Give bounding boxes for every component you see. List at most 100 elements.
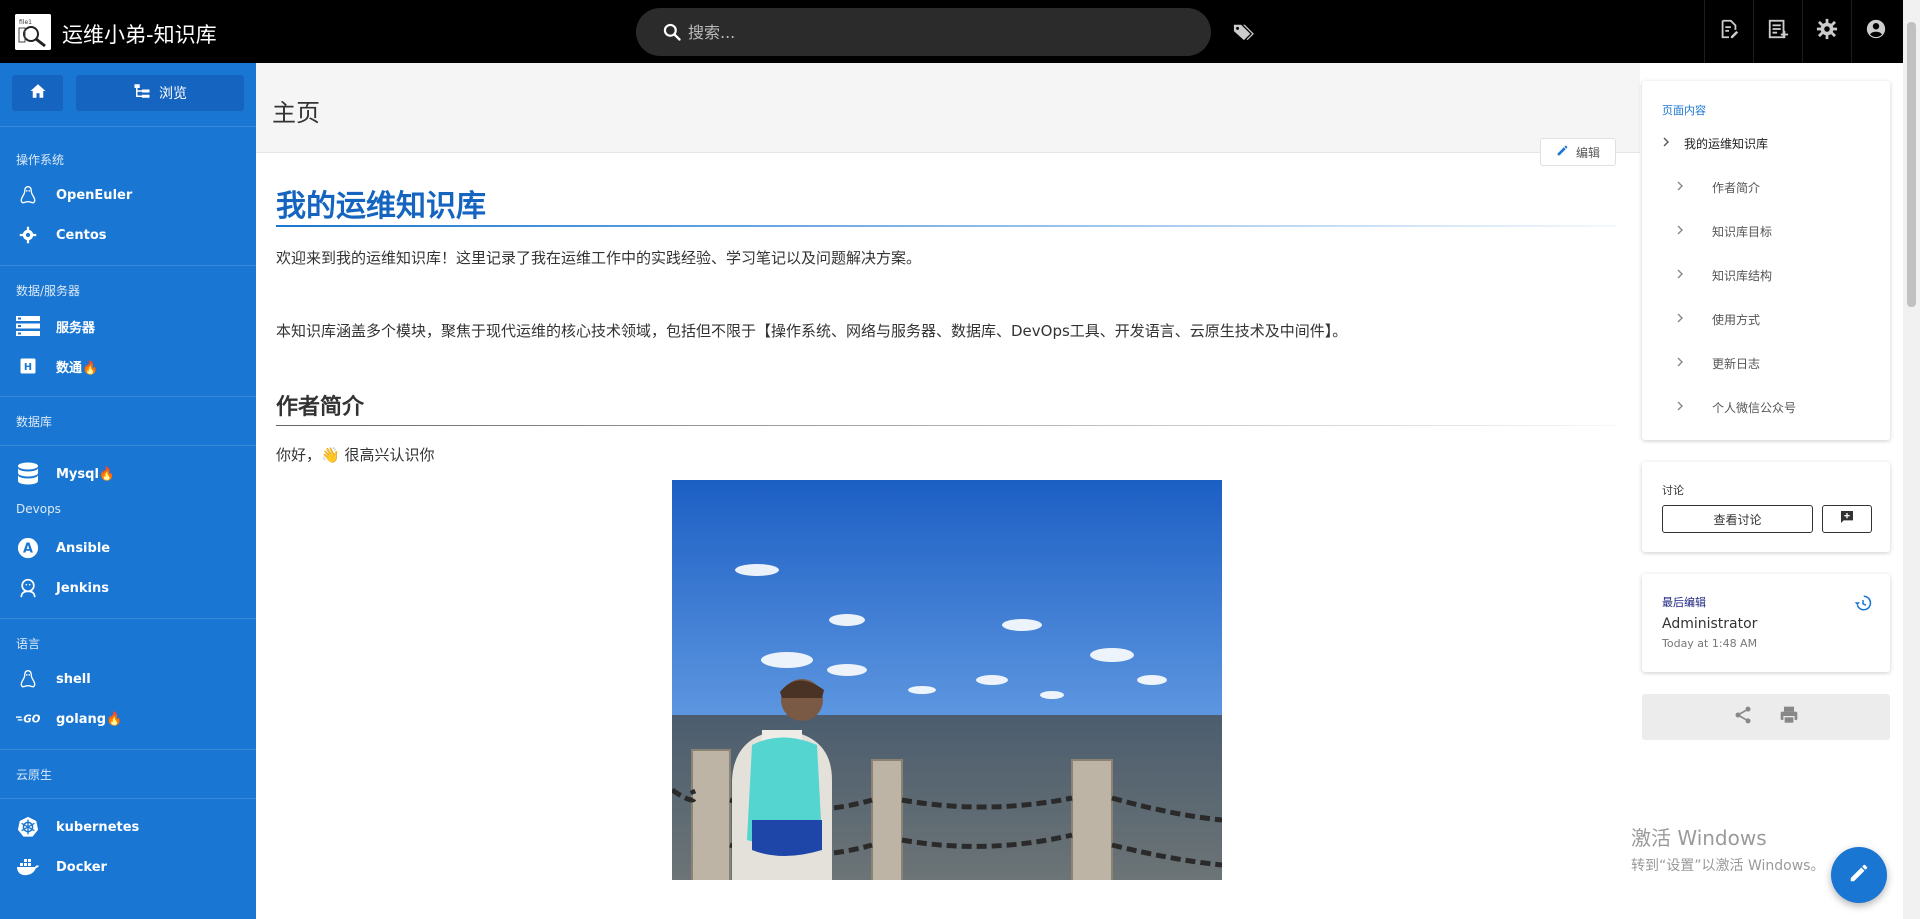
tags-icon[interactable] [1232,22,1254,47]
browse-button[interactable]: 浏览 [76,75,244,111]
add-comment-button[interactable] [1822,505,1872,533]
svg-text:GO: GO [23,715,40,726]
toc-item-2[interactable]: 作者简介 [1676,165,1760,209]
nav-section-devops: Devops [16,502,61,516]
toc-item-7[interactable]: 个人微信公众号 [1676,385,1796,429]
share-icon[interactable] [1733,705,1753,730]
edit-label: 编辑 [1575,145,1600,160]
nav-section-os: 操作系统 [16,153,65,167]
page-actions-button[interactable] [1753,0,1802,63]
toc-title: 页面内容 [1662,104,1706,117]
account-button[interactable] [1851,0,1900,63]
page-scrollbar[interactable] [1903,0,1920,919]
nav-section-server: 数据/服务器 [16,284,81,298]
page-actions-icon [1767,18,1789,45]
h-badge-icon: H [16,354,40,378]
account-icon [1865,18,1887,45]
nav-item-server[interactable]: 服务器 [0,306,256,346]
browse-label: 浏览 [159,86,187,102]
view-discussion-button[interactable]: 查看讨论 [1662,505,1813,533]
author-photo [672,480,1222,880]
settings-icon [1816,18,1838,45]
edit-button[interactable]: 编辑 [1540,138,1616,166]
discussion-title: 讨论 [1662,484,1684,497]
jenkins-icon [16,576,40,600]
ansible-icon: A [16,536,40,560]
author-heading: 作者简介 [276,395,365,420]
home-icon [29,82,47,105]
last-edit-time: Today at 1:48 AM [1662,637,1758,650]
nav-item-docker[interactable]: Docker [0,847,256,887]
go-icon: GO [16,707,40,731]
toc-item-6[interactable]: 更新日志 [1676,341,1760,385]
top-actions [1704,0,1900,63]
floating-edit-button[interactable] [1831,847,1887,903]
greeting-text-2: 很高兴认识你 [344,446,435,464]
site-logo[interactable]: file1 [15,14,51,50]
toc-card: 页面内容 我的运维知识库 作者简介 知识库目标 知识库结构 使用方式 更新日志 … [1642,81,1890,440]
main-content: 主页 编辑 我的运维知识库 欢迎来到我的运维知识库！这里记录了我在运维工作中的实… [256,63,1640,919]
search-bar[interactable] [636,8,1211,56]
chevron-right-icon [1676,180,1698,194]
database-icon [16,462,40,486]
nav-section-cloud: 云原生 [16,768,53,782]
pencil-icon [1848,862,1870,889]
linux-icon [16,183,40,207]
scrollbar-thumb[interactable] [1907,22,1916,307]
toc-item-5[interactable]: 使用方式 [1676,297,1760,341]
article-heading: 我的运维知识库 [276,189,486,224]
nav-item-openeuler[interactable]: OpenEuler [0,175,256,215]
history-icon[interactable] [1854,594,1872,617]
nav-item-ansible[interactable]: A Ansible [0,528,256,568]
print-icon[interactable] [1779,705,1799,730]
tree-icon [133,82,159,104]
nav-item-datacomm[interactable]: H 数通🔥 [0,346,256,386]
chevron-right-icon [1676,224,1698,238]
nav-item-mysql[interactable]: Mysql🔥 [0,454,256,494]
docker-icon [16,855,40,879]
intro-paragraph: 欢迎来到我的运维知识库！这里记录了我在运维工作中的实践经验、学习笔记以及问题解决… [276,249,922,267]
home-button[interactable] [12,75,63,111]
chevron-right-icon [1676,400,1698,414]
nav-item-golang[interactable]: GO golang🔥 [0,699,256,739]
new-page-button[interactable] [1704,0,1753,63]
nav-item-centos[interactable]: Centos [0,215,256,255]
toc-item-3[interactable]: 知识库目标 [1676,209,1772,253]
svg-text:H: H [24,362,32,373]
gear-icon [16,223,40,247]
greeting-text: 你好， [276,446,322,464]
svg-text:A: A [23,542,33,557]
toc-item-1[interactable]: 我的运维知识库 [1662,121,1768,165]
last-edit-author: Administrator [1662,616,1758,632]
discussion-card: 讨论 查看讨论 [1642,462,1890,552]
toc-item-4[interactable]: 知识库结构 [1676,253,1772,297]
linux-icon [16,667,40,691]
chevron-right-icon [1676,268,1698,282]
article: 我的运维知识库 欢迎来到我的运维知识库！这里记录了我在运维工作中的实践经验、学习… [276,163,1616,465]
svg-text:file1: file1 [19,19,32,26]
greeting-paragraph: 你好，👋 很高兴认识你 [276,444,1616,465]
nav-item-shell[interactable]: shell [0,659,256,699]
chevron-right-icon [1676,312,1698,326]
page-title: 主页 [272,99,320,127]
sidebar-nav: 浏览 操作系统 OpenEuler Centos 数据/服务器 服务器 H 数通… [0,63,256,919]
nav-item-kubernetes[interactable]: kubernetes [0,807,256,847]
site-title[interactable]: 运维小弟-知识库 [62,19,217,49]
server-icon [16,314,40,338]
settings-button[interactable] [1802,0,1851,63]
last-edit-title: 最后编辑 [1662,596,1706,609]
chevron-right-icon [1662,136,1684,150]
search-icon [662,22,682,47]
scope-paragraph: 本知识库涵盖多个模块，聚焦于现代运维的核心技术领域，包括但不限于【操作系统、网络… [276,322,1348,340]
nav-item-jenkins[interactable]: Jenkins [0,568,256,608]
comment-add-icon [1839,509,1855,530]
nav-toolbar: 浏览 [0,63,256,126]
nav-section-language: 语言 [16,637,41,651]
windows-activation-watermark: 激活 Windows 转到“设置”以激活 Windows。 [1631,826,1825,874]
new-page-icon [1718,18,1740,45]
pencil-icon [1556,144,1576,160]
search-input[interactable] [688,18,1188,46]
kubernetes-icon [16,815,40,839]
last-edit-card: 最后编辑 Administrator Today at 1:48 AM [1642,574,1890,672]
wave-emoji: 👋 [321,446,340,464]
